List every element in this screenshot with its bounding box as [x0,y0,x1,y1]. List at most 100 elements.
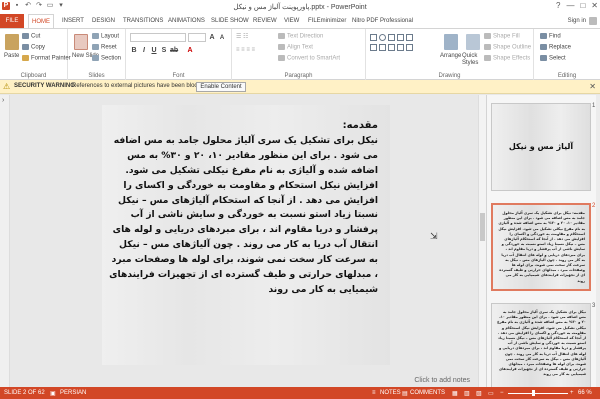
format-painter-icon [22,55,29,61]
close-warning-icon[interactable]: ✕ [589,82,596,91]
arrange-button[interactable]: Arrange [440,53,461,59]
shape-fill-button[interactable]: Shape Fill [493,34,520,40]
tab-review[interactable]: REVIEW [253,14,277,28]
cut-button[interactable]: Cut [31,34,40,40]
normal-view-icon[interactable]: ▦ [452,390,458,397]
font-group: A A B I U S ab A Font [126,29,232,80]
current-slide[interactable]: مقدمه: نیکل برای تشکیل یک سری آلیاژ محلو… [102,105,390,365]
bold-icon[interactable]: B [130,47,138,55]
sign-in-link[interactable]: Sign in [568,14,586,28]
slide-text-body[interactable]: مقدمه: نیکل برای تشکیل یک سری آلیاژ محلو… [108,119,378,298]
expand-pane-icon[interactable]: › [2,97,4,104]
quick-styles-icon[interactable] [466,34,480,50]
format-painter-button[interactable]: Format Painter [31,56,71,62]
minimize-icon[interactable]: — [566,1,574,10]
shape-oval-icon[interactable] [379,34,386,41]
mouse-cursor-icon: ⇲ [430,231,438,241]
help-icon[interactable]: ? [556,1,560,10]
scrollbar-thumb[interactable] [480,213,485,241]
paste-icon[interactable] [5,34,19,50]
thumbnail-slide-3[interactable]: نیکل برای تشکیل یک سری آلیاژ محلول جامد … [491,303,591,387]
replace-button[interactable]: Replace [549,45,571,51]
replace-icon [540,44,547,50]
cut-icon [22,33,29,39]
copy-button[interactable]: Copy [31,45,45,51]
align-text-icon [278,44,285,50]
convert-smartart-button[interactable]: Convert to SmartArt [287,56,340,62]
reading-view-icon[interactable]: ▧ [476,390,482,397]
section-button[interactable]: Section [101,56,121,62]
thumbnail-slide-2[interactable]: مقدمه: نیکل برای تشکیل یک سری آلیاژ محلو… [491,203,591,291]
shape-line-icon[interactable] [388,34,395,41]
select-button[interactable]: Select [549,56,566,62]
shape-rounded-icon[interactable] [379,44,386,51]
font-name-box[interactable] [130,33,186,42]
font-color-icon[interactable]: A [186,47,194,55]
layout-button[interactable]: Layout [101,34,119,40]
window-controls: ? — □ ✕ [556,1,598,10]
shape-outline-button[interactable]: Shape Outline [493,45,531,51]
grow-font-icon[interactable]: A [208,34,216,42]
quick-styles-button[interactable]: Quick Styles [462,53,482,67]
shape-star-icon[interactable] [388,44,395,51]
language-indicator[interactable]: PERSIAN [60,390,86,396]
notes-placeholder[interactable]: Click to add notes [414,377,470,384]
align-text-button[interactable]: Align Text [287,45,313,51]
new-slide-icon[interactable] [74,34,88,50]
find-button[interactable]: Find [549,34,561,40]
maximize-icon[interactable]: □ [580,1,585,10]
tab-home[interactable]: HOME [28,14,54,29]
security-warning-bar: ⚠ SECURITY WARNING References to externa… [0,80,600,94]
zoom-in-icon[interactable]: + [570,390,574,396]
tab-view[interactable]: VIEW [284,14,299,28]
zoom-level[interactable]: 66 % [578,390,592,396]
thumbnail-text: مقدمه: نیکل برای تشکیل یک سری آلیاژ محلو… [497,211,585,284]
tab-design[interactable]: DESIGN [92,14,115,28]
paragraph-group-label: Paragraph [284,73,313,79]
slide-sorter-icon[interactable]: ▥ [464,390,470,397]
shape-fill-icon [484,33,491,39]
align-icons[interactable]: ≡ ≡ ≡ ≡ [236,47,255,53]
font-size-box[interactable] [188,33,206,42]
text-direction-button[interactable]: Text Direction [287,34,323,40]
tab-animations[interactable]: ANIMATIONS [168,14,205,28]
shape-callout-icon[interactable] [397,44,404,51]
paste-button[interactable]: Paste [4,53,19,59]
reset-button[interactable]: Reset [101,45,117,51]
slideshow-icon[interactable]: ▭ [488,390,494,397]
close-icon[interactable]: ✕ [591,1,598,10]
italic-icon[interactable]: I [140,47,148,55]
shape-triangle-icon[interactable] [406,34,413,41]
zoom-slider-knob[interactable] [532,390,535,396]
tab-slide-show[interactable]: SLIDE SHOW [211,14,249,28]
shape-effects-button[interactable]: Shape Effects [493,56,530,62]
shape-more-icon[interactable] [406,44,413,51]
strikethrough-icon[interactable]: ab [170,47,178,55]
underline-icon[interactable]: U [150,47,158,55]
shape-arrow-icon[interactable] [397,34,404,41]
comments-toggle[interactable]: COMMENTS [410,390,445,396]
tab-nitro-pdf[interactable]: Nitro PDF Professional [352,14,413,28]
user-avatar[interactable] [589,17,597,25]
enable-content-button[interactable]: Enable Content [196,82,246,92]
tab-file[interactable]: FILE [0,14,24,28]
zoom-out-icon[interactable]: − [500,390,504,396]
shape-textbox-icon[interactable] [370,44,377,51]
bullets-icon[interactable]: ☰ ☷ [236,33,248,40]
spelling-icon[interactable]: ▣ [50,390,56,397]
notes-toggle[interactable]: NOTES [380,390,401,396]
shadow-icon[interactable]: S [160,47,168,55]
shrink-font-icon[interactable]: A [218,34,226,42]
thumbnail-slide-1[interactable]: آلیاژ مس و نیکل [491,103,591,191]
left-collapsed-pane: › [0,95,10,387]
vertical-scrollbar[interactable] [478,95,486,387]
thumbnails-scrollbar[interactable] [596,95,600,387]
select-icon [540,55,547,61]
tab-insert[interactable]: INSERT [62,14,84,28]
arrange-icon[interactable] [444,34,458,50]
zoom-slider[interactable] [508,393,568,394]
tab-fileminimizer[interactable]: FILEminimizer [308,14,346,28]
tab-transitions[interactable]: TRANSITIONS [123,14,163,28]
shape-rectangle-icon[interactable] [370,34,377,41]
slide-thumbnails-pane: 1 آلیاژ مس و نیکل 2 مقدمه: نیکل برای تشک… [486,95,600,387]
